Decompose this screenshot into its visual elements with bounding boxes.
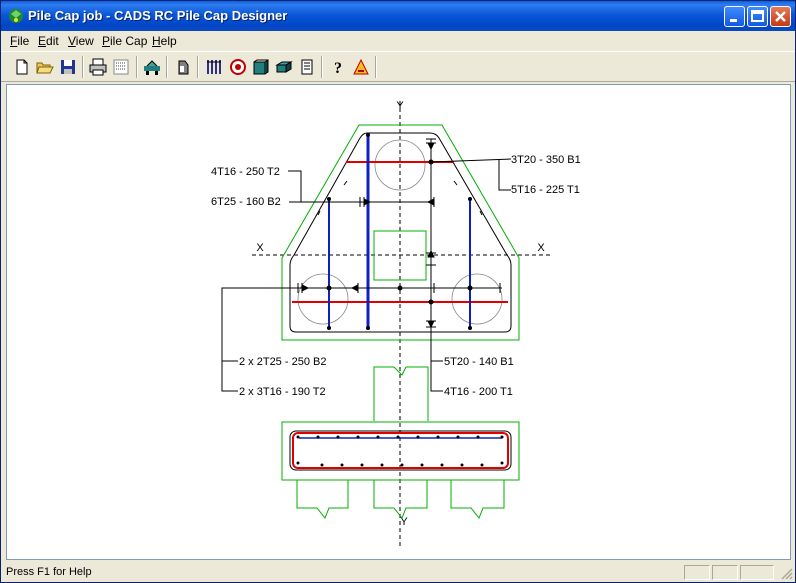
label-2x2T25: 2 x 2T25 - 250 B2 bbox=[239, 356, 326, 368]
maximize-icon bbox=[751, 10, 764, 22]
minimize-icon bbox=[730, 19, 737, 22]
report-icon[interactable] bbox=[297, 57, 317, 77]
menu-pile-cap[interactable]: Pile Cap bbox=[102, 34, 147, 48]
axis-x-right-label: X bbox=[537, 242, 545, 254]
toolbar-separator bbox=[321, 56, 323, 78]
drawing-canvas[interactable]: Y Y X X 3T20 - 350 B1 5T16 - 225 T1 4T16… bbox=[6, 84, 791, 560]
menu-file[interactable]: File bbox=[10, 34, 29, 48]
title-bar[interactable]: Pile Cap job - CADS RC Pile Cap Designer bbox=[1, 1, 795, 31]
new-file-icon[interactable] bbox=[12, 57, 32, 77]
axis-x-left-label: X bbox=[256, 242, 264, 254]
toolbar-separator bbox=[82, 56, 84, 78]
label-4T16-200: 4T16 - 200 T1 bbox=[444, 386, 513, 398]
pile-cap-drawing: Y Y X X 3T20 - 350 B1 5T16 - 225 T1 4T16… bbox=[211, 100, 581, 546]
minimize-button[interactable] bbox=[724, 6, 745, 27]
close-button[interactable] bbox=[770, 6, 791, 27]
pile-right bbox=[451, 273, 503, 325]
label-5T20: 5T20 - 140 B1 bbox=[444, 356, 514, 368]
save-icon[interactable] bbox=[58, 57, 78, 77]
design-icon[interactable] bbox=[251, 57, 271, 77]
print-preview-icon[interactable] bbox=[111, 57, 131, 77]
label-3T20: 3T20 - 350 B1 bbox=[511, 154, 581, 166]
close-icon bbox=[775, 11, 786, 22]
help-icon[interactable]: ? bbox=[328, 57, 348, 77]
pile-section-right bbox=[450, 480, 505, 519]
axis-y-top-label: Y bbox=[396, 100, 404, 112]
status-text: Press F1 for Help bbox=[6, 566, 92, 578]
menu-help[interactable]: Help bbox=[152, 34, 177, 48]
status-bar: Press F1 for Help bbox=[1, 563, 795, 582]
loads-icon[interactable] bbox=[228, 57, 248, 77]
toolbar-separator bbox=[375, 56, 377, 78]
label-2x3T16: 2 x 3T16 - 190 T2 bbox=[239, 386, 326, 398]
toolbar-separator bbox=[136, 56, 138, 78]
about-icon[interactable] bbox=[351, 57, 371, 77]
menu-view[interactable]: View bbox=[68, 34, 94, 48]
menu-edit[interactable]: Edit bbox=[38, 34, 59, 48]
resize-grip-icon[interactable] bbox=[780, 567, 793, 580]
menu-bar: File Edit View Pile Cap Help bbox=[1, 31, 795, 51]
pile-layout-icon[interactable] bbox=[142, 57, 162, 77]
svg-text:?: ? bbox=[334, 60, 342, 77]
toolbar-separator bbox=[166, 56, 168, 78]
bars-icon[interactable] bbox=[204, 57, 224, 77]
status-pane bbox=[712, 565, 738, 580]
label-4T16-250: 4T16 - 250 T2 bbox=[211, 166, 280, 178]
pile-section-left bbox=[296, 480, 349, 519]
3d-view-icon[interactable] bbox=[274, 57, 294, 77]
pile-left bbox=[297, 273, 349, 325]
label-6T25: 6T25 - 160 B2 bbox=[211, 196, 281, 208]
open-folder-icon[interactable] bbox=[35, 57, 55, 77]
column-section bbox=[373, 366, 429, 421]
print-icon[interactable] bbox=[88, 57, 108, 77]
label-5T16-225: 5T16 - 225 T1 bbox=[511, 184, 580, 196]
status-pane bbox=[740, 565, 774, 580]
toolbar: ? bbox=[1, 51, 795, 82]
main-window: Pile Cap job - CADS RC Pile Cap Designer… bbox=[0, 0, 796, 583]
cap-shape-icon[interactable] bbox=[173, 57, 193, 77]
window-title: Pile Cap job - CADS RC Pile Cap Designer bbox=[28, 8, 288, 23]
pile-section-center bbox=[373, 480, 428, 519]
toolbar-separator bbox=[197, 56, 199, 78]
status-pane bbox=[684, 565, 710, 580]
app-icon bbox=[9, 9, 23, 23]
maximize-button[interactable] bbox=[747, 6, 768, 27]
